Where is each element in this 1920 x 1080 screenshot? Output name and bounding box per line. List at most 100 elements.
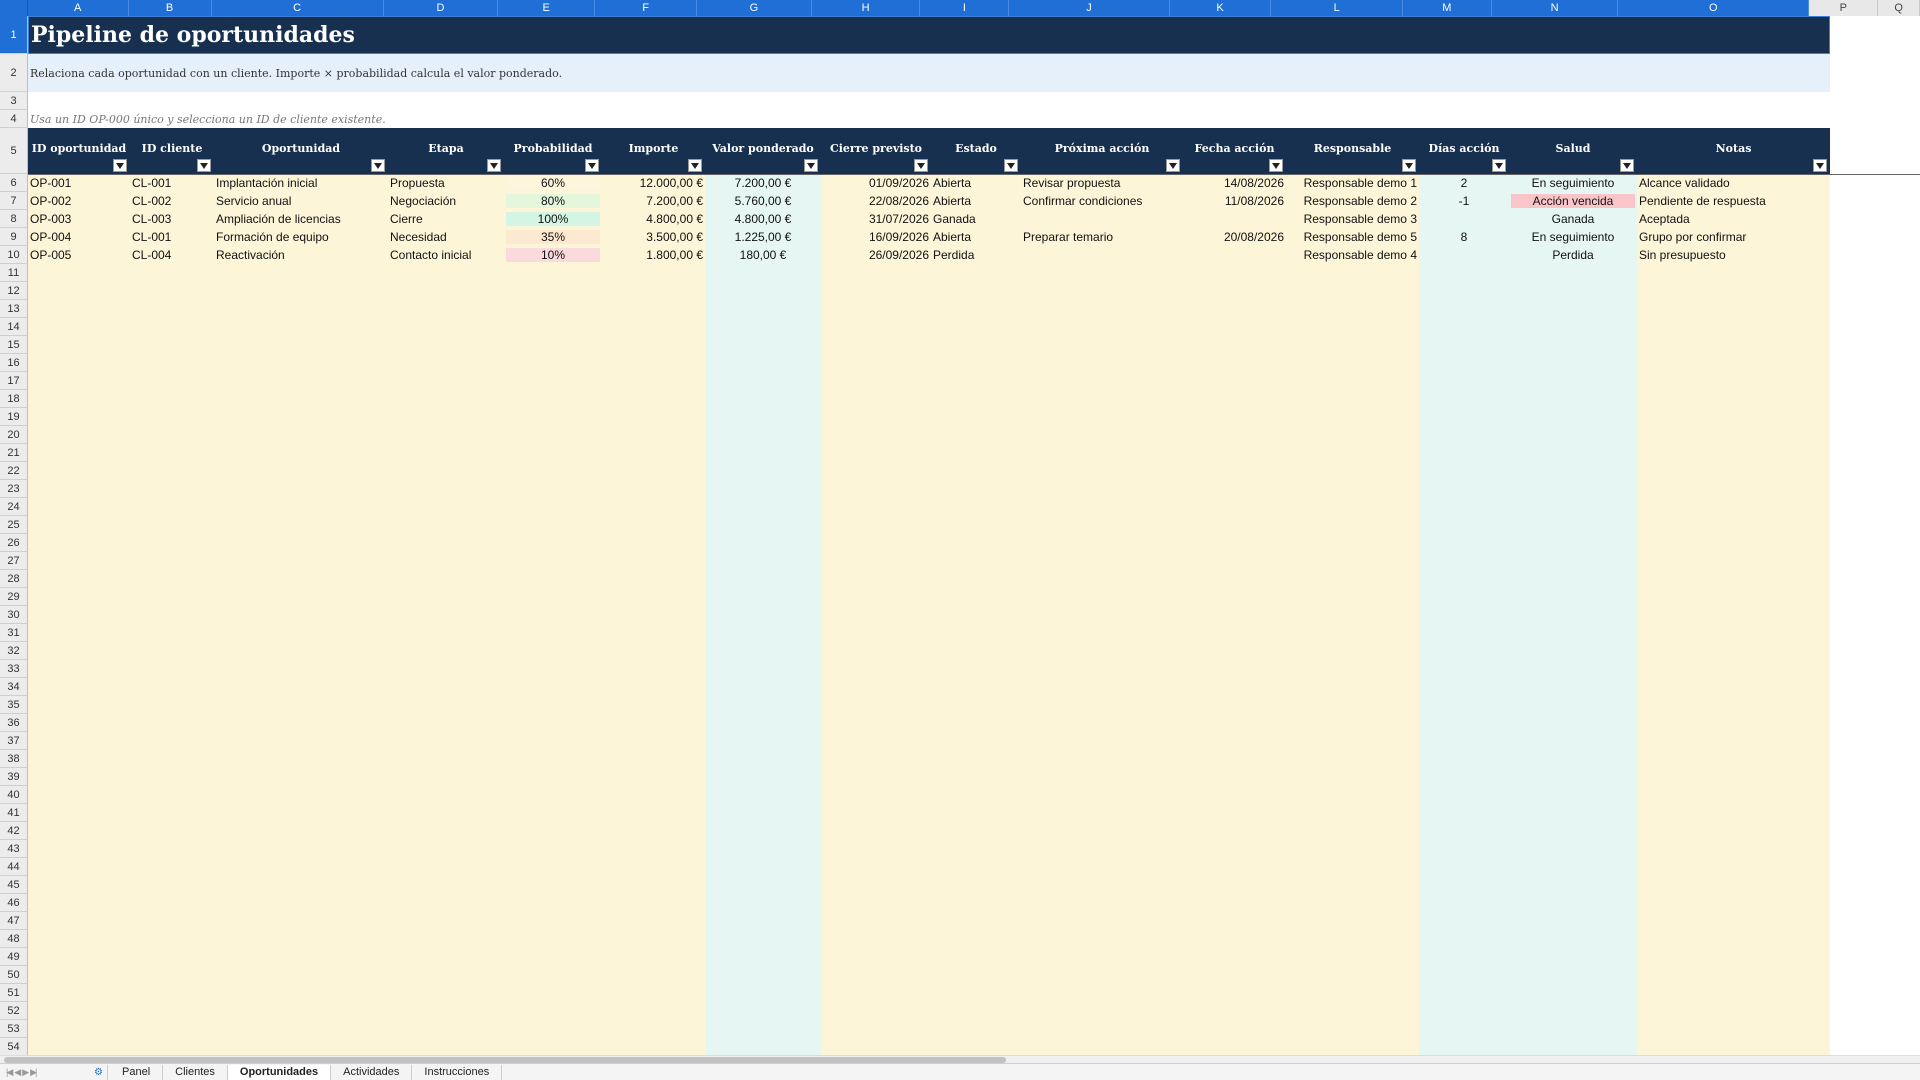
cell-etapa[interactable]	[388, 642, 504, 660]
cell-importe[interactable]	[602, 588, 705, 606]
cell-probabilidad[interactable]	[504, 642, 602, 660]
cell-id[interactable]	[28, 840, 130, 858]
cell-oportunidad[interactable]	[214, 696, 388, 714]
cell-cliente[interactable]: CL-001	[130, 174, 214, 192]
cell-fecha[interactable]	[1183, 498, 1286, 516]
row-header-51[interactable]: 51	[0, 984, 28, 1002]
cell-dias[interactable]	[1419, 426, 1509, 444]
cell-responsable[interactable]	[1286, 1038, 1419, 1055]
cell-importe[interactable]	[602, 750, 705, 768]
cell-fecha[interactable]	[1183, 300, 1286, 318]
cell-probabilidad[interactable]	[504, 660, 602, 678]
cell-importe[interactable]	[602, 498, 705, 516]
cell-probabilidad[interactable]	[504, 570, 602, 588]
cell-id[interactable]	[28, 1038, 130, 1055]
cell-responsable[interactable]	[1286, 804, 1419, 822]
cell-id[interactable]	[28, 714, 130, 732]
filter-dropdown-icon[interactable]	[804, 159, 818, 172]
cell-oportunidad[interactable]	[214, 660, 388, 678]
cell-estado[interactable]: Perdida	[931, 246, 1021, 264]
cell-fecha[interactable]	[1183, 930, 1286, 948]
cell-probabilidad[interactable]: 100%	[504, 210, 602, 228]
cell-fecha[interactable]	[1183, 660, 1286, 678]
cell-etapa[interactable]	[388, 498, 504, 516]
cell-salud[interactable]	[1509, 930, 1637, 948]
cell-fecha[interactable]	[1183, 390, 1286, 408]
cell-etapa[interactable]	[388, 678, 504, 696]
cell-salud[interactable]	[1509, 480, 1637, 498]
cell-dias[interactable]	[1419, 516, 1509, 534]
cell-ponderado[interactable]	[705, 894, 821, 912]
cell-id[interactable]	[28, 552, 130, 570]
row-header-11[interactable]: 11	[0, 264, 28, 282]
cell-etapa[interactable]	[388, 282, 504, 300]
cell-id[interactable]	[28, 678, 130, 696]
cell-notas[interactable]	[1637, 516, 1830, 534]
cell-etapa[interactable]	[388, 696, 504, 714]
cell-cliente[interactable]	[130, 1038, 214, 1055]
cell-oportunidad[interactable]	[214, 336, 388, 354]
cell-notas[interactable]	[1637, 642, 1830, 660]
cell-ponderado[interactable]	[705, 444, 821, 462]
cell-cliente[interactable]: CL-003	[130, 210, 214, 228]
cell-responsable[interactable]	[1286, 732, 1419, 750]
cell-etapa[interactable]	[388, 768, 504, 786]
cell-cliente[interactable]	[130, 606, 214, 624]
cell-estado[interactable]	[931, 390, 1021, 408]
cell-importe[interactable]	[602, 624, 705, 642]
cell-cierre[interactable]	[821, 966, 931, 984]
cell-probabilidad[interactable]: 10%	[504, 246, 602, 264]
cell-cliente[interactable]	[130, 462, 214, 480]
cell-responsable[interactable]	[1286, 1002, 1419, 1020]
cell-estado[interactable]	[931, 336, 1021, 354]
cell-probabilidad[interactable]: 60%	[504, 174, 602, 192]
cell-dias[interactable]	[1419, 660, 1509, 678]
cell-accion[interactable]	[1021, 210, 1183, 228]
cell-ponderado[interactable]	[705, 966, 821, 984]
header-id-cliente[interactable]: ID cliente	[130, 128, 214, 174]
cell-estado[interactable]	[931, 786, 1021, 804]
cell-ponderado[interactable]	[705, 336, 821, 354]
cell-notas[interactable]: Sin presupuesto	[1637, 246, 1830, 264]
cell-estado[interactable]	[931, 714, 1021, 732]
cell-oportunidad[interactable]	[214, 606, 388, 624]
cell-estado[interactable]	[931, 516, 1021, 534]
cell-importe[interactable]	[602, 948, 705, 966]
cell-importe[interactable]	[602, 426, 705, 444]
cell-oportunidad[interactable]	[214, 282, 388, 300]
cell-oportunidad[interactable]	[214, 498, 388, 516]
cell-importe[interactable]	[602, 300, 705, 318]
cell-dias[interactable]	[1419, 732, 1509, 750]
cell-importe[interactable]	[602, 1038, 705, 1055]
cell-cierre[interactable]	[821, 426, 931, 444]
row-header-28[interactable]: 28	[0, 570, 28, 588]
cell-notas[interactable]	[1637, 714, 1830, 732]
row-header-31[interactable]: 31	[0, 624, 28, 642]
cell-oportunidad[interactable]	[214, 768, 388, 786]
cell-importe[interactable]	[602, 894, 705, 912]
cell-probabilidad[interactable]	[504, 966, 602, 984]
cell-accion[interactable]	[1021, 264, 1183, 282]
cell-id[interactable]	[28, 426, 130, 444]
cell-probabilidad[interactable]	[504, 1002, 602, 1020]
cell-etapa[interactable]	[388, 516, 504, 534]
cell-estado[interactable]	[931, 948, 1021, 966]
cell-accion[interactable]: Confirmar condiciones	[1021, 192, 1183, 210]
cell-importe[interactable]	[602, 408, 705, 426]
row-header-33[interactable]: 33	[0, 660, 28, 678]
cell-probabilidad[interactable]	[504, 426, 602, 444]
cell-responsable[interactable]	[1286, 516, 1419, 534]
cell-accion[interactable]	[1021, 534, 1183, 552]
cell-cliente[interactable]	[130, 840, 214, 858]
cell-accion[interactable]	[1021, 498, 1183, 516]
cell-cierre[interactable]	[821, 678, 931, 696]
prev-sheet-icon[interactable]: ◀	[14, 1067, 21, 1078]
cell-cliente[interactable]	[130, 552, 214, 570]
cell-oportunidad[interactable]: Implantación inicial	[214, 174, 388, 192]
cell-notas[interactable]	[1637, 354, 1830, 372]
cell-accion[interactable]	[1021, 426, 1183, 444]
cell-responsable[interactable]	[1286, 570, 1419, 588]
row-header-29[interactable]: 29	[0, 588, 28, 606]
row-header-10[interactable]: 10	[0, 246, 28, 264]
cell-accion[interactable]: Revisar propuesta	[1021, 174, 1183, 192]
